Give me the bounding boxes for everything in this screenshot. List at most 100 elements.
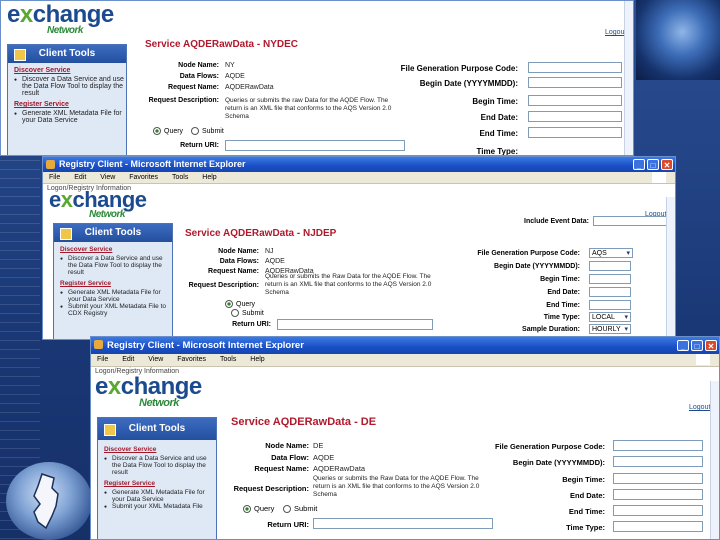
- menu-favorites[interactable]: Favorites: [129, 174, 158, 181]
- submit-metadata-item[interactable]: Submit your XML Metadata File to CDX Reg…: [60, 303, 172, 317]
- menu-file[interactable]: File: [97, 356, 108, 363]
- end-date-input[interactable]: [589, 287, 631, 297]
- menu-tools[interactable]: Tools: [220, 356, 236, 363]
- exchange-network-logo: exchange Network: [95, 373, 202, 409]
- menu-bar: File Edit View Favorites Tools Help: [91, 354, 719, 367]
- request-description-label: Request Description:: [188, 282, 259, 289]
- window-titlebar[interactable]: Registry Client - Microsoft Internet Exp…: [43, 157, 675, 172]
- begin-time-input[interactable]: [528, 95, 622, 106]
- sample-duration-select[interactable]: HOURLY: [589, 324, 631, 334]
- file-generation-purpose-input[interactable]: [613, 440, 703, 451]
- end-date-label: End Date:: [547, 289, 580, 296]
- menu-help[interactable]: Help: [202, 174, 216, 181]
- tools-icon: [60, 228, 72, 240]
- discover-service-link[interactable]: Discover Service: [60, 246, 172, 253]
- tools-icon: [104, 424, 116, 436]
- menu-view[interactable]: View: [148, 356, 163, 363]
- return-uri-input[interactable]: [225, 140, 405, 151]
- request-description-label: Request Description:: [148, 97, 219, 104]
- submit-radio[interactable]: Submit: [191, 127, 224, 135]
- menu-edit[interactable]: Edit: [74, 174, 86, 181]
- node-name-value: NY: [225, 62, 235, 69]
- data-flows-value: AQDE: [265, 258, 285, 265]
- menu-tools[interactable]: Tools: [172, 174, 188, 181]
- file-generation-purpose-select[interactable]: AQS: [589, 248, 633, 258]
- query-radio[interactable]: Query: [243, 504, 274, 514]
- time-type-input[interactable]: [613, 521, 703, 532]
- begin-date-input[interactable]: [613, 456, 703, 467]
- file-generation-purpose-label: File Generation Purpose Code:: [494, 442, 605, 451]
- begin-time-label: Begin Time:: [472, 97, 518, 106]
- menu-favorites[interactable]: Favorites: [177, 356, 206, 363]
- minimize-button[interactable]: _: [677, 340, 689, 351]
- maximize-button[interactable]: □: [647, 159, 659, 170]
- scrollbar[interactable]: [624, 1, 633, 155]
- ie-icon: [94, 340, 103, 349]
- return-uri-input[interactable]: [277, 319, 433, 330]
- register-service-link[interactable]: Register Service: [60, 280, 172, 287]
- begin-time-input[interactable]: [589, 274, 631, 284]
- exchange-network-logo: exchange Network: [49, 187, 147, 220]
- query-radio[interactable]: Query: [225, 300, 255, 308]
- data-flow-value: AQDE: [313, 453, 335, 462]
- end-time-label: End Time:: [568, 507, 605, 516]
- return-uri-input[interactable]: [313, 518, 493, 529]
- sample-duration-label: Sample Duration:: [522, 326, 580, 333]
- end-time-input[interactable]: [613, 505, 703, 516]
- discover-service-link[interactable]: Discover Service: [104, 446, 216, 453]
- end-time-input[interactable]: [528, 127, 622, 138]
- end-date-input[interactable]: [613, 489, 703, 500]
- begin-date-label: Begin Date (YYYYMMDD):: [419, 79, 518, 88]
- begin-date-input[interactable]: [528, 77, 622, 88]
- globe-image: [636, 0, 720, 80]
- minimize-button[interactable]: _: [633, 159, 645, 170]
- submit-radio[interactable]: Submit: [283, 504, 317, 514]
- window-titlebar[interactable]: Registry Client - Microsoft Internet Exp…: [91, 337, 719, 354]
- menu-file[interactable]: File: [49, 174, 60, 181]
- client-tools-header: Client Tools: [8, 45, 126, 63]
- node-name-label: Node Name:: [265, 441, 309, 450]
- request-description-label: Request Description:: [233, 484, 309, 493]
- windows-logo-icon: [696, 354, 710, 365]
- register-service-item[interactable]: Generate XML Metadata File for your Data…: [60, 289, 172, 303]
- menu-view[interactable]: View: [100, 174, 115, 181]
- logout-link[interactable]: Logout: [689, 404, 710, 411]
- close-button[interactable]: ✕: [661, 159, 673, 170]
- discover-service-item[interactable]: Discover a Data Service and use the Data…: [14, 76, 126, 97]
- begin-time-label: Begin Time:: [540, 276, 580, 283]
- register-service-link[interactable]: Register Service: [14, 101, 126, 108]
- menu-edit[interactable]: Edit: [122, 356, 134, 363]
- service-title: Service AQDERawData - DE: [231, 416, 377, 428]
- register-service-link[interactable]: Register Service: [104, 480, 216, 487]
- query-radio[interactable]: Query: [153, 127, 183, 135]
- maximize-button[interactable]: □: [691, 340, 703, 351]
- close-button[interactable]: ✕: [705, 340, 717, 351]
- end-time-input[interactable]: [589, 300, 631, 310]
- scrollbar[interactable]: [666, 197, 675, 339]
- scrollbar[interactable]: [710, 381, 719, 539]
- submit-metadata-item[interactable]: Submit your XML Metadata File: [104, 503, 216, 510]
- include-event-data-input[interactable]: [593, 216, 667, 226]
- end-date-input[interactable]: [528, 111, 622, 122]
- menu-help[interactable]: Help: [250, 356, 264, 363]
- windows-logo-icon: [652, 172, 666, 183]
- request-name-value: AQDERawData: [225, 84, 274, 91]
- client-tools-panel: Client Tools Discover Service Discover a…: [53, 223, 173, 339]
- end-time-label: End Time:: [546, 302, 580, 309]
- register-service-item[interactable]: Generate XML Metadata File for your Data…: [14, 110, 126, 124]
- begin-date-label: Begin Date (YYYYMMDD):: [512, 458, 605, 467]
- discover-service-item[interactable]: Discover a Data Service and use the Data…: [60, 255, 172, 276]
- request-description-value: Queries or submits the Raw Data for the …: [313, 475, 480, 498]
- time-type-select[interactable]: LOCAL: [589, 312, 631, 322]
- data-flows-value: AQDE: [225, 73, 245, 80]
- client-tools-header: Client Tools: [98, 418, 216, 440]
- file-generation-purpose-input[interactable]: [528, 62, 622, 73]
- browser-window-de: Registry Client - Microsoft Internet Exp…: [90, 336, 720, 540]
- discover-service-item[interactable]: Discover a Data Service and use the Data…: [104, 455, 216, 476]
- submit-radio[interactable]: Submit: [231, 309, 264, 317]
- begin-time-input[interactable]: [613, 473, 703, 484]
- begin-date-input[interactable]: [589, 261, 631, 271]
- discover-service-link[interactable]: Discover Service: [14, 67, 126, 74]
- browser-window-nydec: exchange Network Logout Client Tools Dis…: [0, 0, 634, 156]
- register-service-item[interactable]: Generate XML Metadata File for your Data…: [104, 489, 216, 503]
